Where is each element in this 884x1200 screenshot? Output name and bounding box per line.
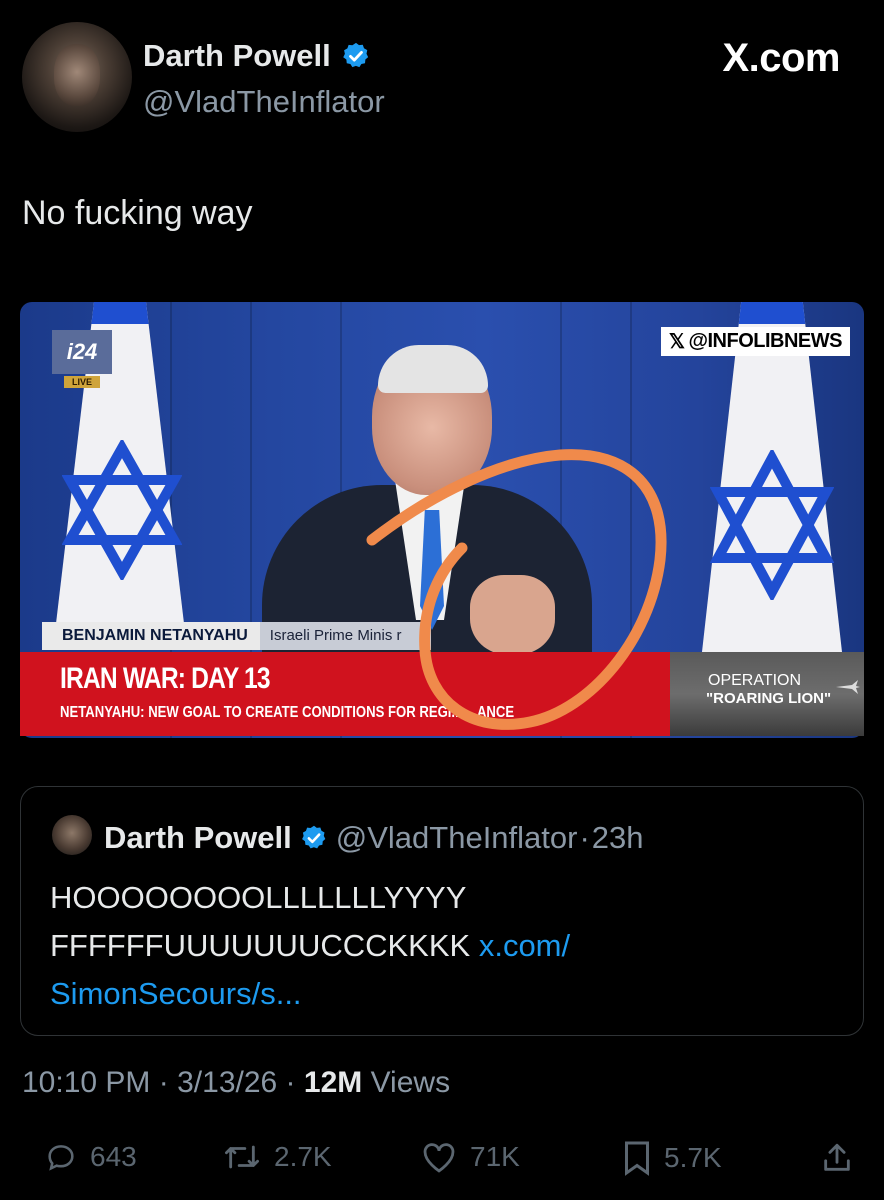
meta-separator: · [158,1066,169,1099]
meta-separator: · [285,1066,296,1099]
bookmark-icon [625,1141,649,1176]
repost-icon [225,1145,259,1169]
quoted-tweet-text: HOOOOOOOOLLLLLLLYYYY FFFFFFUUUUUUUCCCKKK… [50,874,830,1018]
heart-icon [423,1143,455,1173]
repost-count: 2.7K [274,1141,332,1172]
bookmark-button[interactable]: 5.7K [622,1140,722,1176]
quoted-author-handle[interactable]: @VladTheInflator [336,820,578,856]
views-count: 12M [303,1066,363,1099]
views-label: Views [370,1066,451,1099]
tweet-time[interactable]: 10:10 PM [22,1066,150,1099]
quoted-author-avatar[interactable] [52,815,92,855]
quoted-text-line-1: HOOOOOOOOLLLLLLLYYYY [50,880,467,915]
quoted-timestamp[interactable]: 23h [592,820,644,856]
quoted-tweet-header: Darth Powell @VladTheInflator · 23h [104,820,644,856]
reply-count: 643 [90,1141,137,1172]
quoted-link-part-2[interactable]: SimonSecours/s... [50,970,830,1018]
quoted-link-part-1[interactable]: x.com/ [479,928,570,963]
quoted-text-line-2: FFFFFFUUUUUUUCCCKKKK x.com/ [50,922,830,970]
verified-badge-icon [301,825,326,849]
like-button[interactable]: 71K [420,1140,520,1174]
bookmark-count: 5.7K [664,1142,722,1173]
share-button[interactable] [820,1140,854,1176]
tweet-date[interactable]: 3/13/26 [177,1066,277,1099]
like-count: 71K [470,1141,520,1172]
repost-button[interactable]: 2.7K [222,1140,332,1174]
reply-icon [48,1145,74,1171]
share-icon [824,1143,850,1171]
quoted-separator: · [579,820,590,855]
tweet-meta: 10:10 PM · 3/13/26 · 12M Views [22,1066,450,1100]
reply-button[interactable]: 643 [44,1140,137,1174]
quoted-author-name[interactable]: Darth Powell [104,820,292,856]
quoted-text-line-2-body: FFFFFFUUUUUUUCCCKKKK [50,928,471,963]
